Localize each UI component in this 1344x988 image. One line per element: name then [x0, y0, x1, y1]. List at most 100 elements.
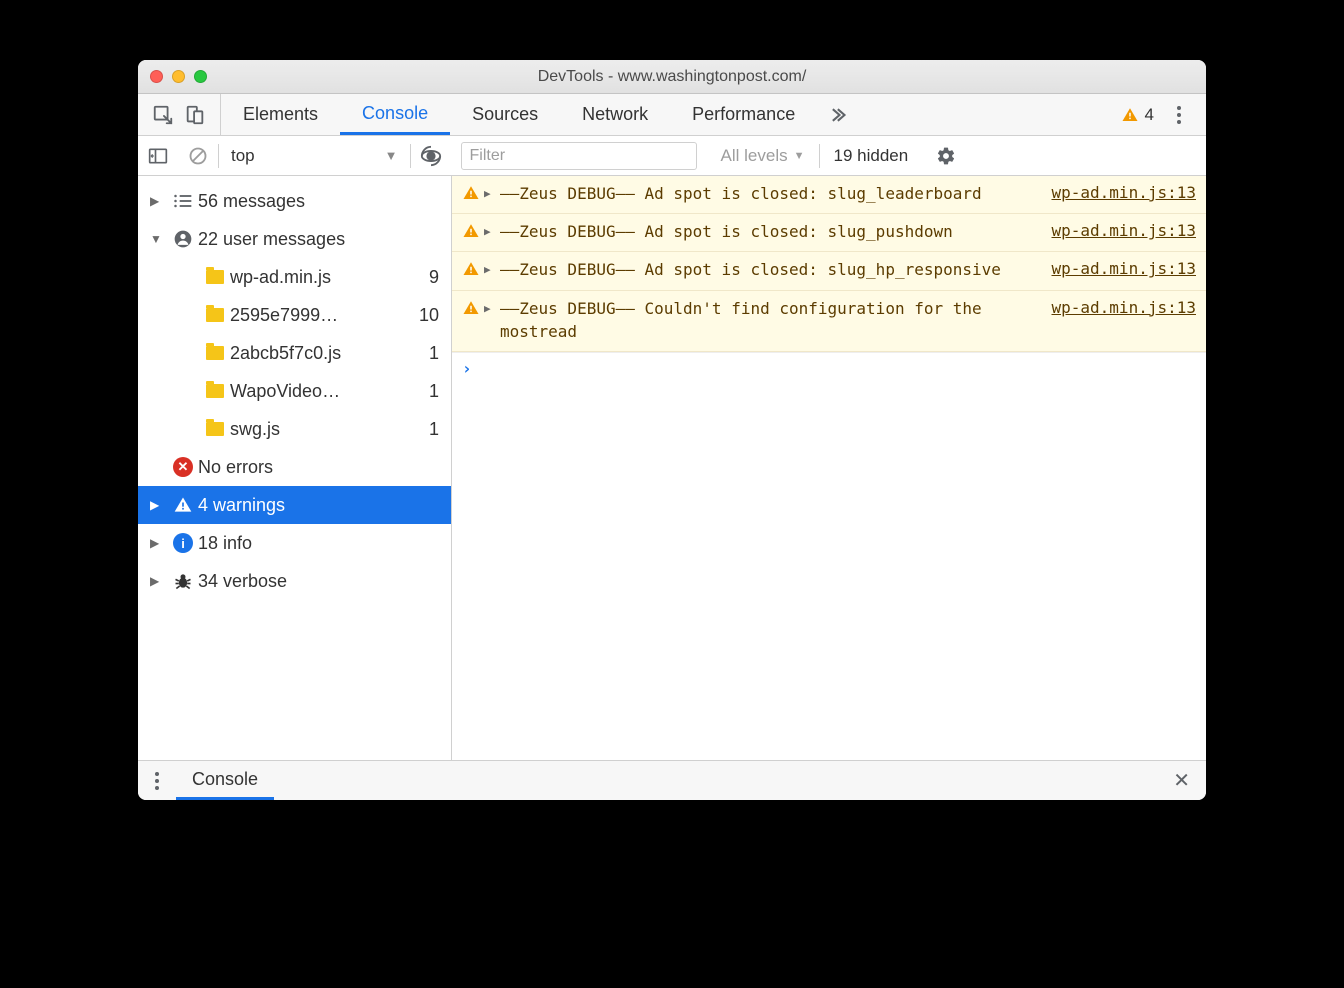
sidebar-item-info[interactable]: ▶ i 18 info [138, 524, 451, 562]
file-count: 9 [429, 267, 451, 288]
expand-arrow-icon[interactable]: ▶ [484, 258, 500, 281]
console-settings-button[interactable] [922, 146, 970, 166]
sidebar-label: No errors [198, 457, 451, 478]
settings-menu-button[interactable] [1162, 105, 1196, 125]
tab-elements[interactable]: Elements [221, 94, 340, 135]
message-source-link[interactable]: wp-ad.min.js:13 [1052, 258, 1197, 281]
more-tabs-button[interactable] [817, 94, 857, 135]
sidebar-label: 56 messages [198, 191, 451, 212]
drawer-close-button[interactable]: ✕ [1157, 768, 1206, 793]
console-output: ▶ ––Zeus DEBUG–– Ad spot is closed: slug… [452, 176, 1206, 760]
chevron-right-icon: ▶ [150, 194, 168, 208]
drawer: Console ✕ [138, 760, 1206, 800]
console-message[interactable]: ▶ ––Zeus DEBUG–– Ad spot is closed: slug… [452, 251, 1206, 289]
minimize-window-button[interactable] [172, 70, 185, 83]
sidebar-file-item[interactable]: 2595e7999… 10 [138, 296, 451, 334]
message-source-link[interactable]: wp-ad.min.js:13 [1052, 182, 1197, 205]
tab-performance[interactable]: Performance [670, 94, 817, 135]
sidebar-label: 22 user messages [198, 229, 451, 250]
traffic-lights [150, 70, 207, 83]
warning-count-badge[interactable]: 4 [1121, 105, 1154, 125]
folder-icon [200, 346, 230, 360]
console-message[interactable]: ▶ ––Zeus DEBUG–– Ad spot is closed: slug… [452, 176, 1206, 213]
chevron-right-icon: ▶ [150, 536, 168, 550]
window-title: DevTools - www.washingtonpost.com/ [138, 68, 1206, 86]
tab-sources[interactable]: Sources [450, 94, 560, 135]
warning-icon [462, 220, 484, 243]
console-prompt[interactable]: › [452, 352, 1206, 384]
sidebar-file-item[interactable]: swg.js 1 [138, 410, 451, 448]
chevron-down-icon: ▼ [150, 232, 168, 246]
message-text: ––Zeus DEBUG–– Ad spot is closed: slug_p… [500, 220, 1052, 243]
file-count: 1 [429, 343, 451, 364]
folder-icon [200, 422, 230, 436]
message-text: ––Zeus DEBUG–– Ad spot is closed: slug_h… [500, 258, 1052, 281]
message-source-link[interactable]: wp-ad.min.js:13 [1052, 220, 1197, 243]
file-name: swg.js [230, 419, 429, 440]
sidebar-label: 4 warnings [198, 495, 451, 516]
message-source-link[interactable]: wp-ad.min.js:13 [1052, 297, 1197, 343]
console-message[interactable]: ▶ ––Zeus DEBUG–– Couldn't find configura… [452, 290, 1206, 352]
sidebar-file-item[interactable]: wp-ad.min.js 9 [138, 258, 451, 296]
error-icon: ✕ [168, 457, 198, 477]
expand-arrow-icon[interactable]: ▶ [484, 182, 500, 205]
tab-list: Elements Console Sources Network Perform… [221, 94, 1111, 135]
folder-icon [200, 270, 230, 284]
file-count: 1 [429, 381, 451, 402]
chevron-down-icon: ▼ [385, 148, 398, 163]
file-name: 2595e7999… [230, 305, 419, 326]
warning-icon [462, 182, 484, 205]
hidden-count[interactable]: 19 hidden [820, 146, 923, 166]
drawer-menu-button[interactable] [138, 771, 176, 791]
sidebar-file-item[interactable]: WapoVideo… 1 [138, 372, 451, 410]
filter-input[interactable] [461, 142, 697, 170]
warning-icon [462, 258, 484, 281]
inspect-toggle-group [138, 94, 221, 135]
message-text: ––Zeus DEBUG–– Ad spot is closed: slug_l… [500, 182, 1052, 205]
sidebar-item-verbose[interactable]: ▶ 34 verbose [138, 562, 451, 600]
clear-console-button[interactable] [178, 136, 218, 175]
folder-icon [200, 384, 230, 398]
sidebar-label: 18 info [198, 533, 451, 554]
expand-arrow-icon[interactable]: ▶ [484, 220, 500, 243]
titlebar: DevTools - www.washingtonpost.com/ [138, 60, 1206, 94]
sidebar-item-errors[interactable]: ✕ No errors [138, 448, 451, 486]
warning-icon [1121, 106, 1139, 124]
devtools-window: DevTools - www.washingtonpost.com/ Eleme… [138, 60, 1206, 800]
file-name: 2abcb5f7c0.js [230, 343, 429, 364]
device-toggle-icon[interactable] [184, 104, 206, 126]
warning-count: 4 [1145, 105, 1154, 125]
toggle-sidebar-button[interactable] [138, 136, 178, 175]
file-count: 10 [419, 305, 451, 326]
sidebar-file-item[interactable]: 2abcb5f7c0.js 1 [138, 334, 451, 372]
tab-network[interactable]: Network [560, 94, 670, 135]
live-expression-button[interactable] [411, 136, 451, 175]
info-icon: i [168, 533, 198, 553]
expand-arrow-icon[interactable]: ▶ [484, 297, 500, 343]
warning-icon [168, 495, 198, 515]
folder-icon [200, 308, 230, 322]
close-window-button[interactable] [150, 70, 163, 83]
console-message[interactable]: ▶ ––Zeus DEBUG–– Ad spot is closed: slug… [452, 213, 1206, 251]
sidebar-label: 34 verbose [198, 571, 451, 592]
maximize-window-button[interactable] [194, 70, 207, 83]
tabstrip-right: 4 [1111, 105, 1206, 125]
drawer-tab-console[interactable]: Console [176, 761, 274, 800]
context-selector[interactable]: top ▼ [219, 146, 410, 166]
log-levels-selector[interactable]: All levels ▼ [707, 146, 819, 166]
inspect-element-icon[interactable] [152, 104, 174, 126]
tab-console[interactable]: Console [340, 94, 450, 135]
main-tabstrip: Elements Console Sources Network Perform… [138, 94, 1206, 136]
console-sidebar: ▶ 56 messages ▼ 22 user messages wp-ad.m… [138, 176, 452, 760]
sidebar-item-user-messages[interactable]: ▼ 22 user messages [138, 220, 451, 258]
sidebar-item-warnings[interactable]: ▶ 4 warnings [138, 486, 451, 524]
main-area: ▶ 56 messages ▼ 22 user messages wp-ad.m… [138, 176, 1206, 760]
levels-label: All levels [721, 146, 788, 166]
list-icon [168, 193, 198, 209]
sidebar-item-messages[interactable]: ▶ 56 messages [138, 182, 451, 220]
prompt-caret-icon: › [462, 359, 472, 378]
file-name: WapoVideo… [230, 381, 429, 402]
file-name: wp-ad.min.js [230, 267, 429, 288]
message-text: ––Zeus DEBUG–– Couldn't find configurati… [500, 297, 1052, 343]
warning-icon [462, 297, 484, 343]
